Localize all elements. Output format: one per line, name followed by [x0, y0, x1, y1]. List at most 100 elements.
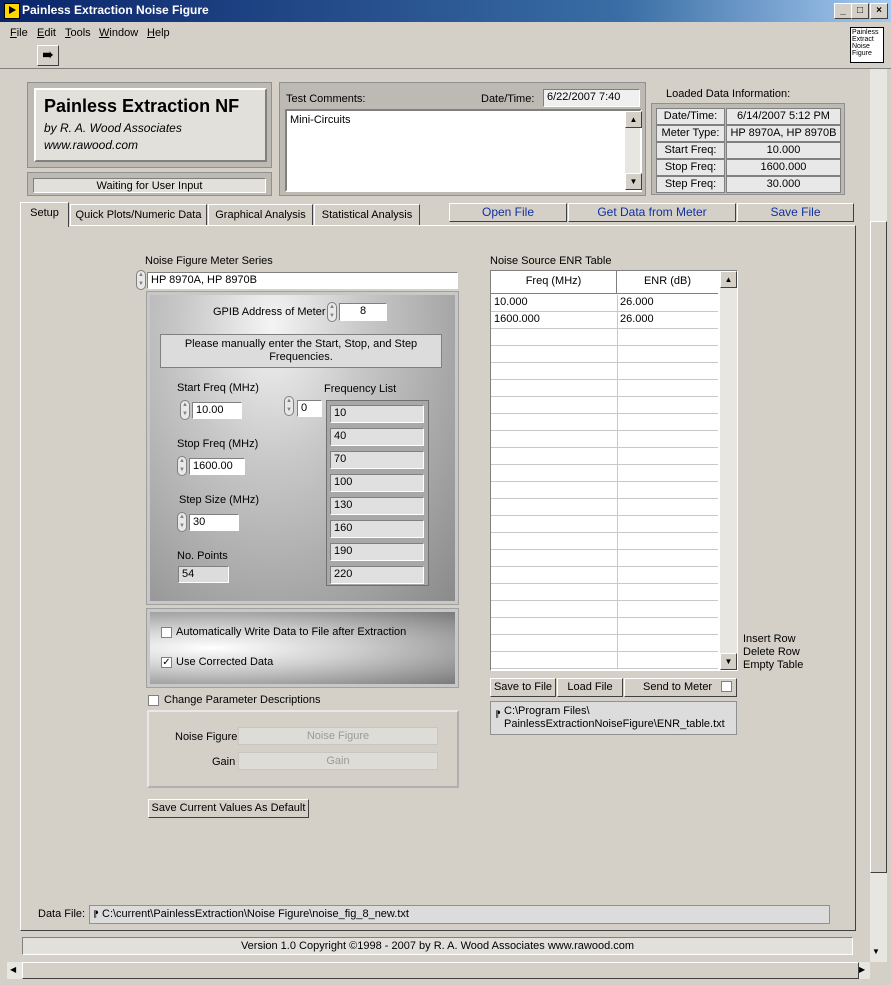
vertical-scroll-thumb[interactable]	[870, 221, 887, 873]
scroll-up-icon[interactable]: ▲	[625, 111, 642, 128]
datetime-field[interactable]: 6/22/2007 7:40	[543, 89, 640, 107]
enr-grid-divider	[617, 295, 618, 312]
enr-grid-row[interactable]	[491, 584, 718, 601]
stop-freq-label: Stop Freq (MHz)	[177, 438, 259, 450]
step-size-spinner[interactable]: ▲ ▼	[177, 512, 187, 532]
enr-grid-row[interactable]	[491, 533, 718, 550]
enr-grid-row[interactable]	[491, 431, 718, 448]
open-file-button[interactable]: Open File	[449, 203, 567, 222]
scroll-down-icon[interactable]: ▼	[625, 173, 642, 190]
use-corrected-checkbox[interactable]: ✓	[161, 657, 172, 668]
empty-table-action[interactable]: Empty Table	[743, 659, 803, 671]
send-to-meter-checkbox[interactable]	[721, 681, 732, 692]
enr-table[interactable]: Freq (MHz) ENR (dB) 10.000 26.000 1600.0…	[490, 270, 738, 671]
menu-window[interactable]: Window	[99, 27, 138, 39]
footer-copyright: Version 1.0 Copyright ©1998 - 2007 by R.…	[22, 937, 853, 955]
gpib-field[interactable]: 8	[339, 303, 387, 321]
data-file-label: Data File:	[38, 908, 86, 920]
brand-title: Painless Extraction NF	[44, 96, 240, 116]
enr-grid-row[interactable]	[491, 346, 718, 363]
enr-save-button[interactable]: Save to File	[490, 678, 556, 697]
enr-grid-divider	[617, 550, 618, 567]
path-icon: ⁋	[495, 709, 501, 719]
freq-list-index[interactable]: 0	[297, 400, 322, 417]
enr-grid-row[interactable]	[491, 652, 718, 669]
step-size-field[interactable]: 30	[189, 514, 239, 531]
loaded-info-title: Loaded Data Information:	[666, 88, 791, 100]
auto-write-label: Automatically Write Data to File after E…	[176, 626, 407, 638]
enr-path[interactable]: C:\Program Files\ PainlessExtractionNois…	[504, 705, 734, 731]
auto-write-checkbox[interactable]	[161, 627, 172, 638]
enr-grid-row[interactable]	[491, 635, 718, 652]
enr-grid-row[interactable]	[491, 414, 718, 431]
enr-grid-row[interactable]	[491, 363, 718, 380]
run-arrow-icon[interactable]: ➠	[37, 45, 59, 66]
comments-textarea[interactable]: Mini-Circuits ▲ ▼	[285, 109, 642, 192]
enr-grid-row[interactable]	[491, 516, 718, 533]
minimize-icon[interactable]: _	[834, 3, 852, 19]
tab-statistical-analysis[interactable]: Statistical Analysis	[314, 204, 420, 226]
menu-file[interactable]: File	[10, 27, 28, 39]
labview-run-icon[interactable]	[4, 3, 20, 19]
enr-grid-row[interactable]	[491, 448, 718, 465]
enr-grid-row[interactable]	[491, 329, 718, 346]
enr-grid-row[interactable]	[491, 618, 718, 635]
delete-row-action[interactable]: Delete Row	[743, 646, 800, 658]
enr-grid-row[interactable]	[491, 482, 718, 499]
menu-help[interactable]: Help	[147, 27, 170, 39]
enr-grid-row[interactable]	[491, 567, 718, 584]
enr-header-enr: ENR (dB)	[643, 275, 692, 287]
close-icon[interactable]: ×	[870, 3, 888, 19]
gain-desc-field[interactable]: Gain	[238, 752, 438, 770]
menu-tools[interactable]: Tools	[65, 27, 91, 39]
enr-cell-enr[interactable]: 26.000	[620, 313, 654, 325]
data-file-path[interactable]: C:\current\PainlessExtraction\Noise Figu…	[102, 908, 409, 920]
enr-grid-divider	[617, 448, 618, 465]
enr-grid-divider	[617, 363, 618, 380]
title-bar: Painless Extraction Noise Figure _ □ ×	[0, 0, 891, 22]
scroll-up-icon[interactable]: ▲	[720, 271, 737, 288]
scroll-down-icon[interactable]: ▼	[872, 947, 880, 956]
tab-graphical-analysis[interactable]: Graphical Analysis	[208, 204, 313, 226]
enr-grid-row[interactable]	[491, 465, 718, 482]
stop-freq-field[interactable]: 1600.00	[189, 458, 245, 475]
enr-grid-divider	[617, 618, 618, 635]
comments-scrollbar[interactable]: ▲ ▼	[625, 111, 642, 190]
npoints-label: No. Points	[177, 550, 228, 562]
enr-cell-freq[interactable]: 1600.000	[494, 313, 540, 325]
enr-scrollbar[interactable]: ▲ ▼	[720, 271, 737, 670]
meter-series-spinner[interactable]: ▲ ▼	[136, 270, 146, 290]
nf-desc-field[interactable]: Noise Figure	[238, 727, 438, 745]
menu-edit[interactable]: Edit	[37, 27, 56, 39]
stop-freq-spinner[interactable]: ▲ ▼	[177, 456, 187, 476]
enr-cell-freq[interactable]: 10.000	[494, 296, 528, 308]
scroll-down-icon[interactable]: ▼	[720, 653, 737, 670]
tab-quick-plots[interactable]: Quick Plots/Numeric Data	[70, 204, 207, 226]
meter-series-field[interactable]: HP 8970A, HP 8970B	[147, 272, 458, 289]
start-freq-spinner[interactable]: ▲ ▼	[180, 400, 190, 420]
enr-cell-enr[interactable]: 26.000	[620, 296, 654, 308]
tab-setup[interactable]: Setup	[20, 202, 69, 227]
save-default-button[interactable]: Save Current Values As Default	[148, 799, 309, 818]
change-desc-checkbox[interactable]	[148, 695, 159, 706]
enr-grid-row[interactable]	[491, 397, 718, 414]
get-data-button[interactable]: Get Data from Meter	[568, 203, 736, 222]
enr-grid-divider	[617, 431, 618, 448]
horizontal-scroll-thumb[interactable]	[22, 962, 859, 979]
vertical-scrollbar[interactable]: ▼	[870, 69, 887, 962]
horizontal-scrollbar[interactable]: ◀ ▶	[7, 962, 870, 979]
enr-grid-row[interactable]	[491, 550, 718, 567]
enr-grid-row[interactable]	[491, 601, 718, 618]
scroll-left-icon[interactable]: ◀	[10, 965, 16, 974]
insert-row-action[interactable]: Insert Row	[743, 633, 796, 645]
toolbar	[0, 42, 891, 69]
gpib-spinner[interactable]: ▲ ▼	[327, 302, 337, 322]
maximize-icon[interactable]: □	[851, 3, 869, 19]
enr-grid-row[interactable]	[491, 499, 718, 516]
scroll-right-icon[interactable]: ▶	[859, 965, 865, 974]
enr-load-button[interactable]: Load File	[557, 678, 623, 697]
freq-list-spinner[interactable]: ▲ ▼	[284, 396, 294, 416]
start-freq-field[interactable]: 10.00	[192, 402, 242, 419]
save-file-button[interactable]: Save File	[737, 203, 854, 222]
enr-grid-row[interactable]	[491, 380, 718, 397]
